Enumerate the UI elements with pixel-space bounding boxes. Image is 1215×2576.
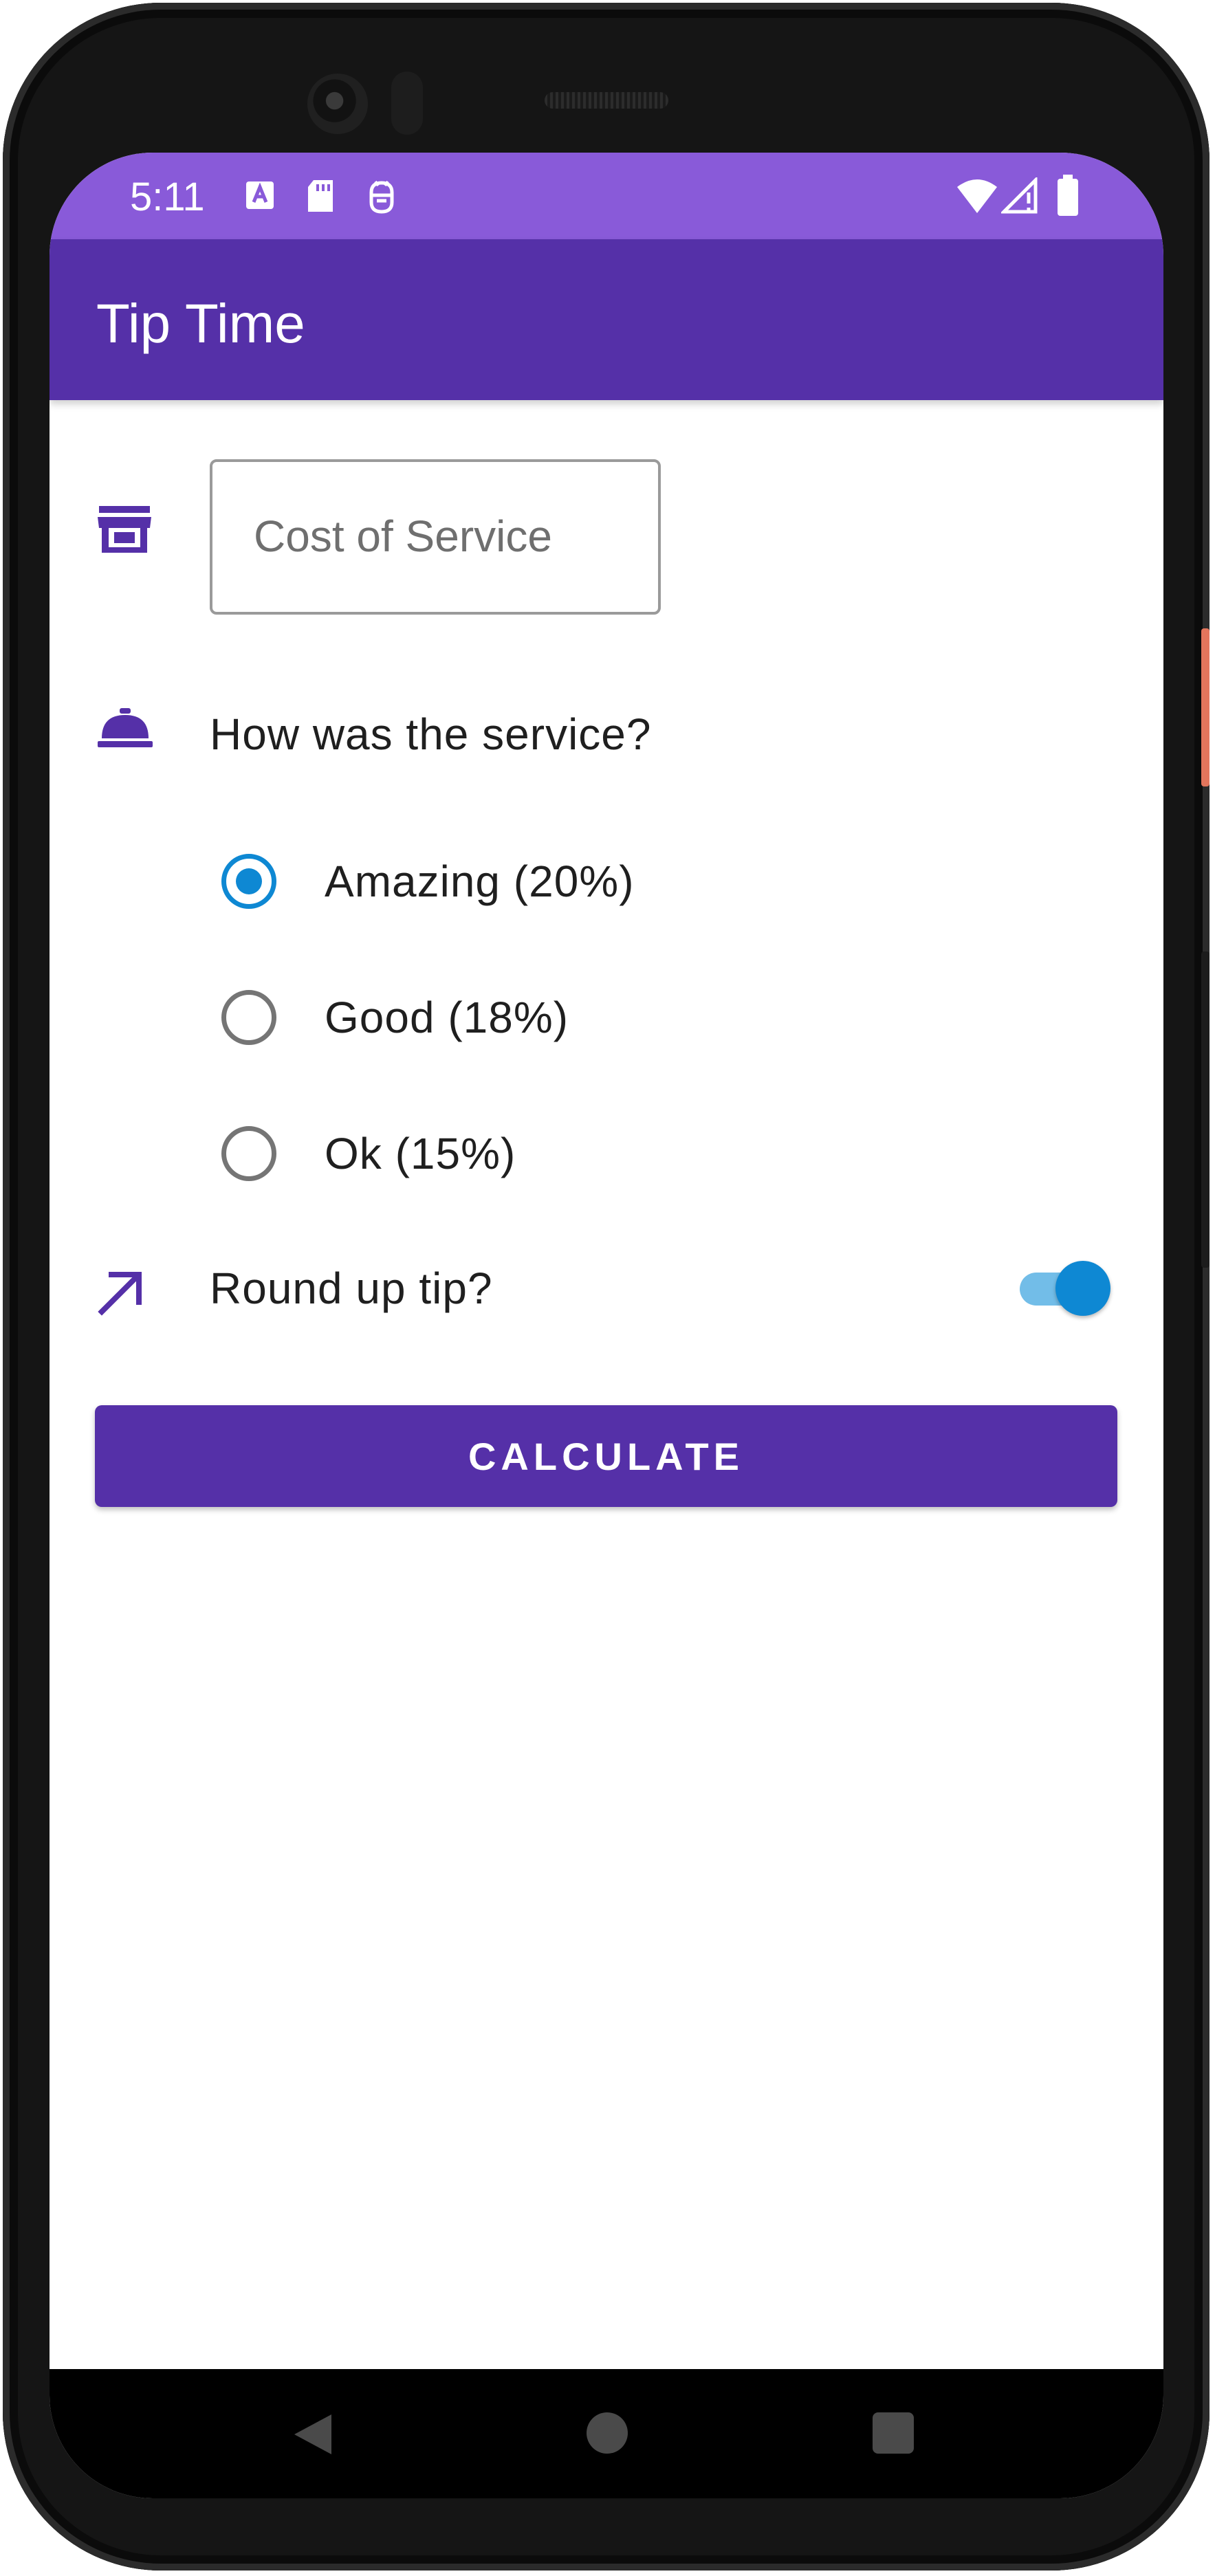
sd-card-icon — [308, 180, 333, 212]
status-time: 5:11 — [130, 175, 205, 219]
recents-icon[interactable] — [872, 2412, 915, 2454]
round-up-tip-switch[interactable] — [1016, 1254, 1112, 1320]
home-icon[interactable] — [586, 2412, 628, 2454]
tip-option-amazing[interactable]: Amazing (20%) — [221, 840, 771, 923]
screen: 5:11 Tip Time Cost of Service How was th… — [50, 153, 1163, 2498]
tip-option-ok[interactable]: Ok (15%) — [221, 1112, 771, 1195]
radio-button-checked[interactable] — [221, 854, 276, 909]
round-up-tip-label: Round up tip? — [210, 1264, 493, 1313]
round-up-arrow-icon — [98, 1272, 142, 1316]
room-service-icon — [98, 708, 153, 747]
cost-of-service-field[interactable] — [210, 459, 661, 615]
cost-of-service-input[interactable] — [254, 502, 639, 571]
tip-option-label: Good (18%) — [325, 993, 569, 1042]
tip-option-good[interactable]: Good (18%) — [221, 976, 771, 1059]
wifi-icon — [957, 179, 997, 213]
storefront-icon — [98, 506, 151, 553]
service-question-label: How was the service? — [210, 709, 652, 759]
radio-button-unchecked[interactable] — [221, 1126, 276, 1181]
device-screenshot: 5:11 Tip Time Cost of Service How was th… — [0, 0, 1215, 2576]
phone-frame: 5:11 Tip Time Cost of Service How was th… — [3, 3, 1209, 2571]
radio-button-unchecked[interactable] — [221, 990, 276, 1045]
battery-icon — [1058, 175, 1078, 216]
tip-option-label: Ok (15%) — [325, 1129, 516, 1178]
volume-button — [1201, 951, 1209, 1268]
back-icon[interactable] — [292, 2412, 334, 2457]
proximity-sensor — [391, 71, 423, 135]
navigation-bar — [50, 2369, 1163, 2498]
earpiece-speaker — [545, 92, 668, 109]
switch-thumb — [1055, 1261, 1110, 1316]
status-bar: 5:11 — [50, 153, 1163, 239]
a-notification-icon — [246, 181, 274, 209]
debug-icon — [369, 180, 394, 214]
calculate-button[interactable]: CALCULATE — [95, 1405, 1117, 1507]
app-bar: Tip Time — [50, 239, 1163, 400]
power-button — [1201, 628, 1209, 786]
app-title: Tip Time — [96, 293, 305, 354]
tip-option-label: Amazing (20%) — [325, 857, 635, 906]
signal-icon — [1001, 177, 1038, 214]
front-camera — [307, 74, 368, 134]
